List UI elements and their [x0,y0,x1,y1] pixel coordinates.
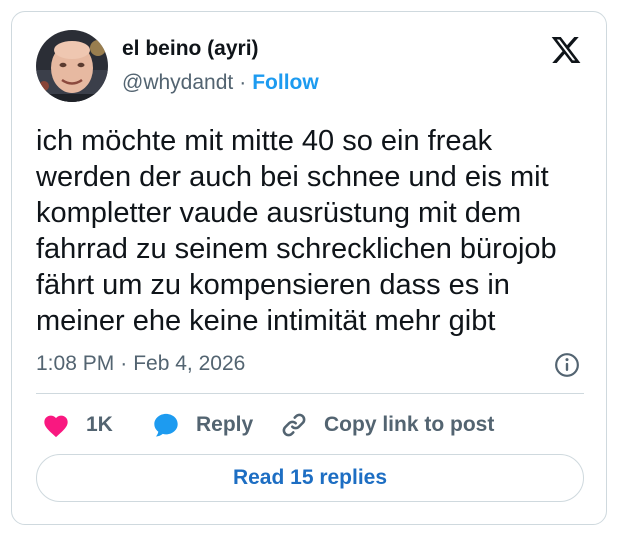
read-replies-label: Read 15 replies [232,466,388,489]
author-handle[interactable]: @whydandt [122,71,233,94]
author-handle-row: @whydandt · Follow [122,70,319,96]
divider [36,393,584,394]
copy-link-label: Copy link to post [324,413,495,436]
speech-bubble-icon [154,413,178,437]
tweet-card: el beino (ayri) @whydandt · Follow ich möc… [11,11,607,525]
handle-separator: · [239,71,247,94]
tweet-text: ich möchte mit mitte 40 so ein freak wer… [36,125,557,337]
read-replies-button[interactable]: Read 15 replies [36,454,584,502]
tweet-date: Feb 4, 2026 [133,352,246,375]
avatar[interactable] [36,30,108,102]
avatar-image [36,30,108,102]
like-button[interactable]: 1K [42,410,113,440]
link-icon [282,413,306,437]
tweet-timestamp[interactable]: 1:08 PM · Feb 4, 2026 [36,351,245,377]
tweet-time: 1:08 PM [36,352,115,375]
like-count: 1K [86,413,113,436]
reply-button[interactable]: Reply [152,410,253,440]
timestamp-separator: · [120,352,128,375]
heart-icon [44,415,68,438]
copy-link-button[interactable]: Copy link to post [280,410,494,440]
x-logo-icon[interactable] [550,34,582,66]
follow-button[interactable]: Follow [252,71,319,94]
info-icon[interactable] [554,352,580,378]
author-display-name[interactable]: el beino (ayri) [122,36,259,62]
reply-label: Reply [196,413,254,436]
